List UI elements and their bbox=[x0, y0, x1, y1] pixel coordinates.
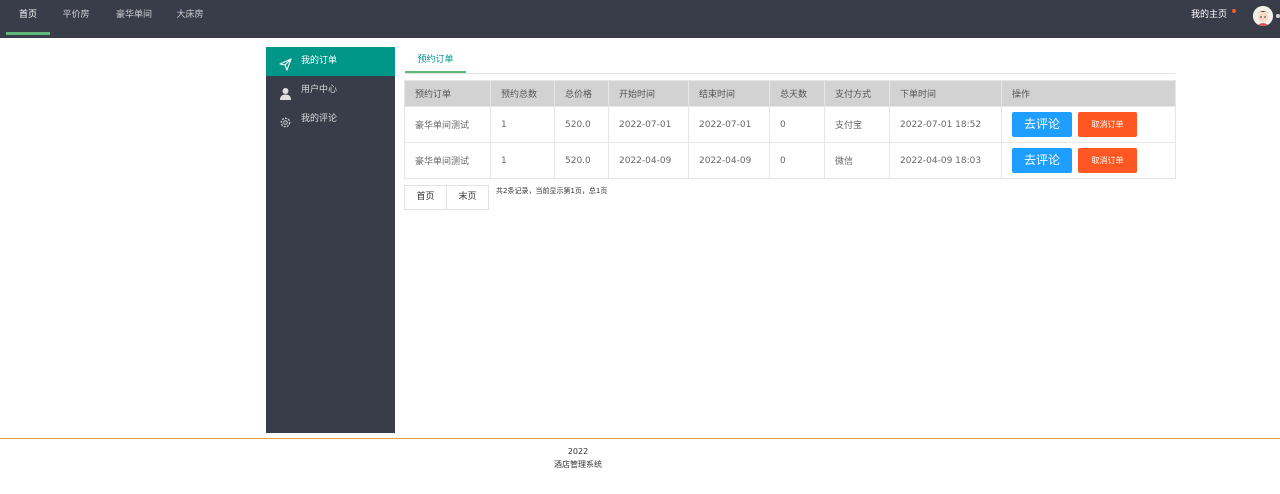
footer-divider bbox=[0, 438, 1280, 439]
sidebar: 我的订单 用户中心 我的评论 bbox=[266, 47, 395, 433]
user-menu-toggle[interactable] bbox=[1276, 14, 1280, 18]
avatar-face-icon bbox=[1253, 6, 1273, 26]
user-icon bbox=[279, 84, 292, 100]
table-row: 豪华单间测试 1 520.0 2022-04-09 2022-04-09 0 微… bbox=[404, 142, 1176, 179]
column-header: 下单时间 bbox=[889, 80, 1002, 107]
order-price-cell: 520.0 bbox=[554, 106, 609, 143]
sidebar-item-label: 用户中心 bbox=[301, 85, 338, 95]
top-nav: 首页 平价房 豪华单间 大床房 我的主页 bbox=[0, 0, 1280, 38]
sidebar-item-label: 我的订单 bbox=[301, 56, 338, 66]
column-header: 预约总数 bbox=[490, 80, 555, 107]
sidebar-item-user-center[interactable]: 用户中心 bbox=[266, 76, 395, 105]
pager-info: 共2条记录，当前显示第1页，总1页 bbox=[496, 187, 608, 195]
sidebar-item-my-reviews[interactable]: 我的评论 bbox=[266, 105, 395, 134]
order-name-cell: 豪华单间测试 bbox=[404, 142, 491, 179]
order-payment-cell: 支付宝 bbox=[824, 106, 890, 143]
order-time-cell: 2022-07-01 18:52 bbox=[889, 106, 1002, 143]
order-actions-cell: 去评论 取消订单 bbox=[1001, 106, 1176, 143]
order-end-cell: 2022-04-09 bbox=[688, 142, 770, 179]
order-start-cell: 2022-07-01 bbox=[608, 106, 689, 143]
order-days-cell: 0 bbox=[769, 142, 825, 179]
notification-dot bbox=[1232, 9, 1236, 13]
column-header: 总天数 bbox=[769, 80, 825, 107]
order-actions-cell: 去评论 取消订单 bbox=[1001, 142, 1176, 179]
send-icon bbox=[279, 55, 292, 71]
order-name-cell: 豪华单间测试 bbox=[404, 106, 491, 143]
orders-table: 预约订单 预约总数 总价格 开始时间 结束时间 总天数 支付方式 下单时间 操作… bbox=[404, 80, 1176, 179]
sidebar-item-my-orders[interactable]: 我的订单 bbox=[266, 47, 395, 76]
column-header: 支付方式 bbox=[824, 80, 890, 107]
tab-divider bbox=[405, 73, 1175, 74]
order-time-cell: 2022-04-09 18:03 bbox=[889, 142, 1002, 179]
gear-icon bbox=[279, 113, 292, 128]
table-row: 豪华单间测试 1 520.0 2022-07-01 2022-07-01 0 支… bbox=[404, 106, 1176, 143]
column-header: 预约订单 bbox=[404, 80, 491, 107]
tab-reservation-orders[interactable]: 预约订单 bbox=[405, 47, 466, 73]
table-header-row: 预约订单 预约总数 总价格 开始时间 结束时间 总天数 支付方式 下单时间 操作 bbox=[404, 80, 1176, 107]
order-count-cell: 1 bbox=[490, 142, 555, 179]
review-button[interactable]: 去评论 bbox=[1012, 148, 1072, 173]
column-header: 总价格 bbox=[554, 80, 609, 107]
footer-site-name: 酒店管理系统 bbox=[554, 460, 602, 469]
pager-last-button[interactable]: 末页 bbox=[446, 185, 489, 210]
order-count-cell: 1 bbox=[490, 106, 555, 143]
order-start-cell: 2022-04-09 bbox=[608, 142, 689, 179]
column-header: 操作 bbox=[1001, 80, 1176, 107]
footer-year: 2022 bbox=[567, 447, 589, 456]
nav-item-deluxe-single[interactable]: 豪华单间 bbox=[108, 0, 160, 38]
nav-item-king-room[interactable]: 大床房 bbox=[170, 0, 210, 38]
my-home-link[interactable]: 我的主页 bbox=[1191, 0, 1227, 31]
column-header: 开始时间 bbox=[608, 80, 689, 107]
order-days-cell: 0 bbox=[769, 106, 825, 143]
review-button[interactable]: 去评论 bbox=[1012, 112, 1072, 137]
nav-active-indicator bbox=[6, 32, 50, 35]
order-end-cell: 2022-07-01 bbox=[688, 106, 770, 143]
pager-first-button[interactable]: 首页 bbox=[404, 185, 447, 210]
order-payment-cell: 微信 bbox=[824, 142, 890, 179]
column-header: 结束时间 bbox=[688, 80, 770, 107]
avatar[interactable] bbox=[1253, 6, 1273, 26]
sidebar-item-label: 我的评论 bbox=[301, 114, 338, 124]
cancel-order-button[interactable]: 取消订单 bbox=[1078, 148, 1137, 173]
cancel-order-button[interactable]: 取消订单 bbox=[1078, 112, 1137, 137]
order-price-cell: 520.0 bbox=[554, 142, 609, 179]
nav-item-budget-room[interactable]: 平价房 bbox=[56, 0, 96, 38]
